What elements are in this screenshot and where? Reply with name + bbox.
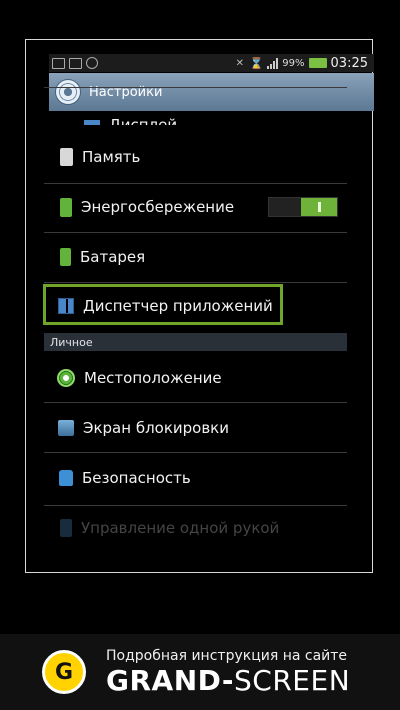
mute-icon: ✕ (235, 57, 244, 69)
lock-icon (59, 470, 73, 486)
section-header-personal: Личное (44, 333, 347, 351)
menu-item-lock-screen[interactable]: Экран блокировки (25, 403, 347, 453)
image-icon (52, 57, 65, 69)
menu-item-security[interactable]: Безопасность (25, 453, 347, 503)
menu-item-label: Батарея (80, 248, 146, 266)
location-icon (57, 369, 75, 387)
menu-item-memory[interactable]: Память (25, 132, 347, 182)
grand-screen-logo-icon: G (42, 650, 86, 694)
battery-icon (60, 248, 71, 266)
sync-icon (86, 57, 98, 69)
memory-card-icon (60, 148, 73, 166)
alarm-icon: ⌛ (249, 56, 264, 70)
brand-part2: SCREEN (234, 663, 351, 697)
battery-icon (308, 58, 327, 68)
brand-part1: GRAND- (106, 663, 235, 697)
menu-item-one-hand-control[interactable]: Управление одной рукой (25, 503, 347, 553)
toggle-knob (301, 198, 337, 216)
power-saving-toggle[interactable] (268, 197, 338, 217)
battery-percent: 99% (282, 57, 305, 69)
clock: 03:25 (330, 55, 368, 71)
system-icons: ✕ ⌛ 99% 03:25 (236, 56, 368, 71)
display-icon (84, 120, 100, 125)
one-hand-icon (60, 519, 72, 537)
banner-texts: Подробная инструкция на сайте GRAND-SCRE… (106, 648, 350, 697)
highlight-box (43, 284, 283, 325)
power-saving-battery-icon (60, 197, 72, 217)
menu-item-label: Память (82, 148, 141, 166)
signal-icon (267, 57, 279, 69)
mail-icon (69, 57, 82, 69)
notification-icons (52, 57, 98, 69)
menu-item-label: Безопасность (82, 469, 191, 487)
menu-item-battery[interactable]: Батарея (25, 232, 347, 282)
menu-item-location[interactable]: Местоположение (25, 353, 347, 403)
menu-item-label: Экран блокировки (83, 419, 229, 437)
banner-brand: GRAND-SCREEN (106, 664, 350, 697)
menu-item-label: Управление одной рукой (81, 519, 280, 537)
lock-screen-icon (58, 420, 74, 436)
action-bar: Настройки (49, 73, 374, 111)
menu-item-label: Энергосбережение (81, 198, 235, 216)
site-banner: G Подробная инструкция на сайте GRAND-SC… (0, 634, 400, 710)
divider (44, 87, 347, 88)
section-header-label: Личное (50, 335, 93, 349)
banner-subtitle: Подробная инструкция на сайте (106, 647, 348, 664)
menu-item-label: Дисплей (109, 116, 178, 125)
menu-item-display[interactable]: Дисплей (51, 111, 373, 125)
settings-gear-icon[interactable] (55, 79, 81, 105)
status-bar: ✕ ⌛ 99% 03:25 (49, 54, 374, 72)
menu-item-label: Местоположение (84, 369, 222, 387)
